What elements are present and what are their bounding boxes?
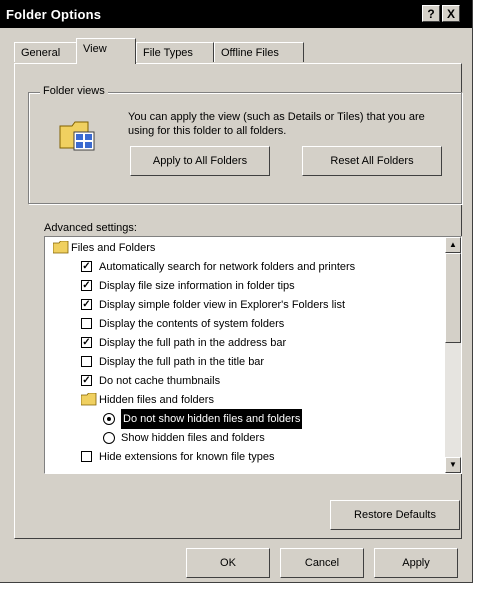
setting-label: Display simple folder view in Explorer's…	[99, 299, 346, 311]
setting-label: Display the full path in the address bar	[99, 337, 287, 349]
settings-row[interactable]: Hide extensions for known file types	[45, 447, 443, 467]
cancel-button[interactable]: Cancel	[280, 548, 364, 578]
checkbox-unchecked[interactable]	[81, 356, 92, 367]
restore-defaults-button[interactable]: Restore Defaults	[330, 500, 460, 530]
scroll-up-button[interactable]: ▲	[445, 237, 461, 253]
folder-views-icon	[59, 121, 95, 151]
settings-row[interactable]: Display the full path in the title bar	[45, 352, 443, 372]
setting-label: Display the contents of system folders	[99, 318, 285, 330]
folder-views-description: You can apply the view (such as Details …	[128, 111, 425, 137]
tab-offline-files[interactable]: Offline Files	[214, 42, 304, 62]
checkbox-checked[interactable]: ✓	[81, 261, 92, 272]
radio-unselected[interactable]	[103, 432, 115, 444]
checkbox-checked[interactable]: ✓	[81, 280, 92, 291]
folder-icon	[81, 393, 97, 406]
setting-label: Files and Folders	[71, 242, 156, 254]
settings-row[interactable]: ✓ Display simple folder view in Explorer'…	[45, 295, 443, 315]
setting-label: Display file size information in folder …	[99, 280, 295, 292]
settings-row[interactable]: Show hidden files and folders	[45, 428, 443, 448]
setting-label: Show hidden files and folders	[121, 432, 265, 444]
title-bar[interactable]: Folder Options ? X	[0, 0, 472, 28]
scroll-thumb[interactable]	[445, 253, 461, 343]
checkbox-unchecked[interactable]	[81, 318, 92, 329]
setting-label: Hidden files and folders	[99, 394, 214, 406]
setting-label: Do not show hidden files and folders	[121, 409, 303, 429]
reset-all-folders-button[interactable]: Reset All Folders	[302, 146, 442, 176]
checkbox-checked[interactable]: ✓	[81, 337, 92, 348]
apply-button[interactable]: Apply	[374, 548, 458, 578]
radio-selected[interactable]	[103, 413, 115, 425]
setting-label: Do not cache thumbnails	[99, 375, 221, 387]
close-button[interactable]: X	[442, 5, 460, 22]
ok-button[interactable]: OK	[186, 548, 270, 578]
checkbox-unchecked[interactable]	[81, 451, 92, 462]
apply-to-all-folders-button[interactable]: Apply to All Folders	[130, 146, 270, 176]
help-button[interactable]: ?	[422, 5, 440, 22]
folder-options-dialog: Folder Options ? X General View File Typ…	[0, 0, 473, 583]
settings-row: Hidden files and folders	[45, 390, 443, 410]
checkbox-checked[interactable]: ✓	[81, 375, 92, 386]
settings-row: Files and Folders	[45, 238, 443, 258]
settings-row[interactable]: ✓ Display file size information in folder…	[45, 276, 443, 296]
folder-views-title: Folder views	[40, 85, 108, 97]
checkbox-checked[interactable]: ✓	[81, 299, 92, 310]
settings-row[interactable]: Display the contents of system folders	[45, 314, 443, 334]
folder-icon	[53, 241, 69, 254]
settings-row[interactable]: ✓ Do not cache thumbnails	[45, 371, 443, 391]
advanced-settings-label: Advanced settings:	[44, 222, 137, 234]
tab-view[interactable]: View	[76, 38, 136, 64]
setting-label: Display the full path in the title bar	[99, 356, 265, 368]
tab-file-types[interactable]: File Types	[136, 42, 214, 62]
settings-row[interactable]: Do not show hidden files and folders	[45, 409, 443, 429]
settings-row[interactable]: ✓ Automatically search for network folder…	[45, 257, 443, 277]
vertical-scrollbar[interactable]: ▲ ▼	[445, 237, 461, 473]
window-title: Folder Options	[6, 7, 102, 22]
tab-general[interactable]: General	[14, 42, 78, 62]
settings-row[interactable]: ✓ Display the full path in the address ba…	[45, 333, 443, 353]
setting-label: Automatically search for network folders…	[99, 261, 356, 273]
advanced-settings-list[interactable]: Files and Folders ✓ Automatically search f…	[44, 236, 462, 474]
setting-label: Hide extensions for known file types	[99, 451, 275, 463]
scroll-down-button[interactable]: ▼	[445, 457, 461, 473]
